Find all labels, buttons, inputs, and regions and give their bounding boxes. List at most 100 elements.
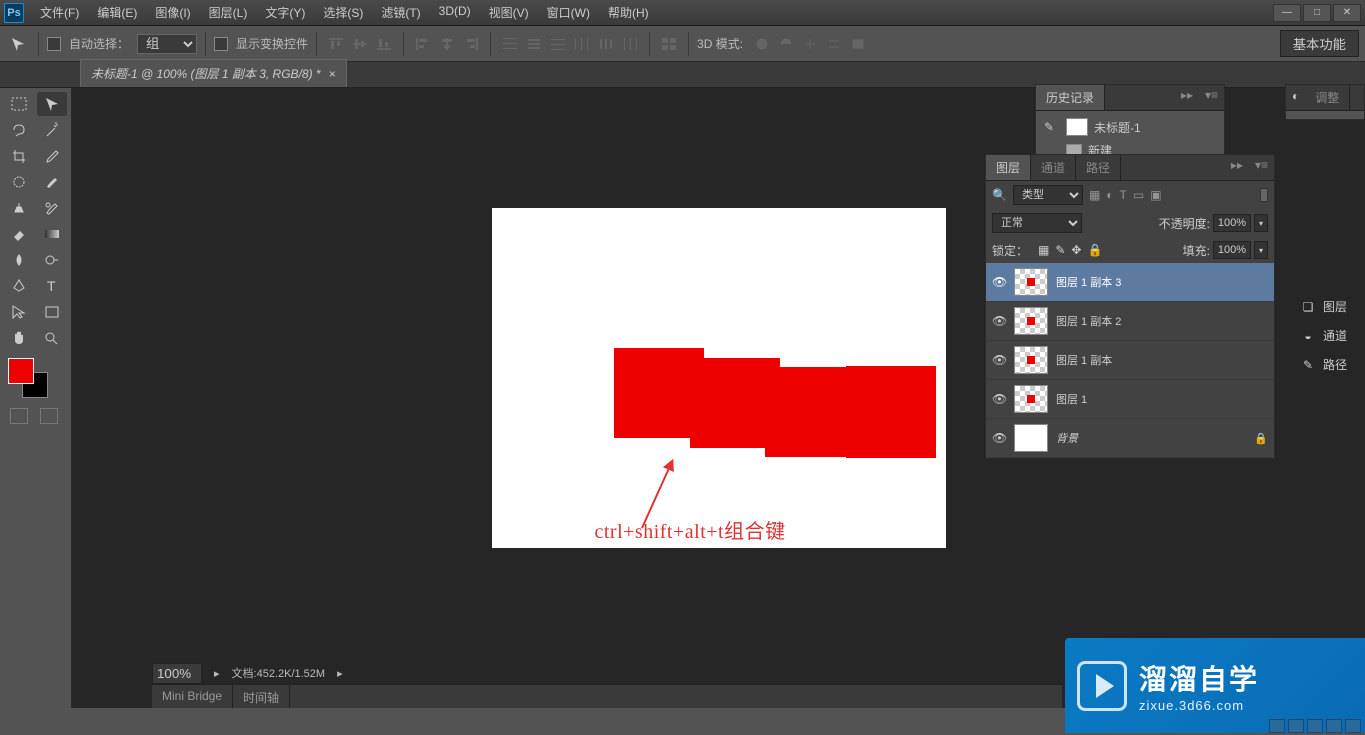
- spot-heal-tool[interactable]: [4, 170, 34, 194]
- tab-adjustments[interactable]: 调整: [1305, 85, 1350, 110]
- auto-select-checkbox[interactable]: [47, 37, 61, 51]
- layer-row[interactable]: 👁图层 1 副本: [986, 341, 1274, 380]
- maximize-button[interactable]: □: [1303, 4, 1331, 22]
- menu-edit[interactable]: 编辑(E): [89, 0, 145, 25]
- visibility-toggle-icon[interactable]: 👁: [992, 314, 1006, 328]
- dist-left-icon[interactable]: [571, 34, 593, 54]
- menu-window[interactable]: 窗口(W): [539, 0, 598, 25]
- orbit-3d-icon[interactable]: [751, 34, 773, 54]
- menu-image[interactable]: 图像(I): [147, 0, 198, 25]
- menu-select[interactable]: 选择(S): [315, 0, 371, 25]
- filter-smart-icon[interactable]: ▣: [1150, 188, 1161, 202]
- show-transform-checkbox[interactable]: [214, 37, 228, 51]
- menu-type[interactable]: 文字(Y): [257, 0, 313, 25]
- type-tool[interactable]: T: [37, 274, 67, 298]
- panel-collapse-icon[interactable]: ▸▸: [1225, 155, 1249, 180]
- lock-position-icon[interactable]: ✥: [1071, 243, 1081, 257]
- history-brush-tool[interactable]: [37, 196, 67, 220]
- dist-vcenter-icon[interactable]: [523, 34, 545, 54]
- tab-history[interactable]: 历史记录: [1036, 85, 1105, 110]
- tab-layers[interactable]: 图层: [986, 155, 1031, 180]
- color-swatch[interactable]: [8, 358, 48, 398]
- zoom-3d-icon[interactable]: [847, 34, 869, 54]
- tab-timeline[interactable]: 时间轴: [233, 685, 290, 708]
- close-button[interactable]: ✕: [1333, 4, 1361, 22]
- filter-shape-icon[interactable]: ▭: [1133, 188, 1144, 202]
- menu-help[interactable]: 帮助(H): [600, 0, 657, 25]
- crop-tool[interactable]: [4, 144, 34, 168]
- align-left-icon[interactable]: [412, 34, 434, 54]
- layer-row[interactable]: 👁图层 1: [986, 380, 1274, 419]
- workspace-switcher[interactable]: 基本功能: [1280, 30, 1359, 57]
- dist-bottom-icon[interactable]: [547, 34, 569, 54]
- opacity-input[interactable]: [1213, 214, 1251, 232]
- screen-mode-toggle[interactable]: [40, 408, 58, 424]
- document-tab[interactable]: 未标题-1 @ 100% (图层 1 副本 3, RGB/8) * ×: [80, 59, 347, 87]
- clone-stamp-tool[interactable]: [4, 196, 34, 220]
- chevron-right-icon[interactable]: ▸: [337, 667, 343, 680]
- filter-adjust-icon[interactable]: ◐: [1106, 188, 1113, 202]
- dock-channels[interactable]: ◒ 通道: [1293, 321, 1365, 350]
- visibility-toggle-icon[interactable]: 👁: [992, 353, 1006, 367]
- blur-tool[interactable]: [4, 248, 34, 272]
- lock-image-icon[interactable]: ✎: [1055, 243, 1065, 257]
- zoom-field[interactable]: [152, 663, 202, 684]
- filter-type-icon[interactable]: T: [1120, 188, 1127, 202]
- marquee-tool[interactable]: [4, 92, 34, 116]
- layer-row[interactable]: 👁图层 1 副本 2: [986, 302, 1274, 341]
- lock-all-icon[interactable]: 🔒: [1087, 243, 1102, 257]
- align-right-icon[interactable]: [460, 34, 482, 54]
- tab-mini-bridge[interactable]: Mini Bridge: [152, 685, 233, 708]
- filter-pixel-icon[interactable]: ▦: [1089, 188, 1100, 202]
- tab-channels[interactable]: 通道: [1031, 155, 1076, 180]
- auto-align-icon[interactable]: [658, 34, 680, 54]
- dock-layers[interactable]: ❏ 图层: [1293, 292, 1365, 321]
- visibility-toggle-icon[interactable]: 👁: [992, 392, 1006, 406]
- magic-wand-tool[interactable]: [37, 118, 67, 142]
- align-vcenter-icon[interactable]: [349, 34, 371, 54]
- auto-select-target[interactable]: 组: [137, 34, 197, 54]
- blend-mode-select[interactable]: 正常: [992, 213, 1082, 233]
- align-bottom-icon[interactable]: [373, 34, 395, 54]
- panel-menu-icon[interactable]: ▾≡: [1199, 85, 1224, 110]
- menu-layer[interactable]: 图层(L): [201, 0, 256, 25]
- align-top-icon[interactable]: [325, 34, 347, 54]
- zoom-tool[interactable]: [37, 326, 67, 350]
- roll-3d-icon[interactable]: [775, 34, 797, 54]
- filter-toggle[interactable]: [1260, 188, 1268, 202]
- search-icon[interactable]: 🔍: [992, 188, 1007, 202]
- move-tool[interactable]: [37, 92, 67, 116]
- tab-paths[interactable]: 路径: [1076, 155, 1121, 180]
- eyedropper-tool[interactable]: [37, 144, 67, 168]
- layer-filter-kind[interactable]: 类型: [1013, 185, 1083, 205]
- dist-hcenter-icon[interactable]: [595, 34, 617, 54]
- panel-collapse-icon[interactable]: ▸▸: [1175, 85, 1199, 110]
- chevron-right-icon[interactable]: ▸: [214, 667, 220, 680]
- quick-mask-toggle[interactable]: [10, 408, 28, 424]
- eraser-tool[interactable]: [4, 222, 34, 246]
- layer-row[interactable]: 👁图层 1 副本 3: [986, 263, 1274, 302]
- brush-tool[interactable]: [37, 170, 67, 194]
- lock-transparent-icon[interactable]: ▦: [1038, 243, 1049, 257]
- gradient-tool[interactable]: [37, 222, 67, 246]
- fill-dropdown-icon[interactable]: ▾: [1254, 241, 1268, 259]
- minimize-button[interactable]: —: [1273, 4, 1301, 22]
- pen-tool[interactable]: [4, 274, 34, 298]
- lasso-tool[interactable]: [4, 118, 34, 142]
- shape-tool[interactable]: [37, 300, 67, 324]
- align-hcenter-icon[interactable]: [436, 34, 458, 54]
- foreground-color-swatch[interactable]: [8, 358, 34, 384]
- dist-right-icon[interactable]: [619, 34, 641, 54]
- slide-3d-icon[interactable]: [823, 34, 845, 54]
- opacity-dropdown-icon[interactable]: ▾: [1254, 214, 1268, 232]
- tab-close-icon[interactable]: ×: [329, 67, 336, 81]
- history-snapshot[interactable]: ✎ 未标题-1: [1040, 115, 1220, 139]
- visibility-toggle-icon[interactable]: 👁: [992, 431, 1006, 445]
- menu-3d[interactable]: 3D(D): [431, 0, 479, 25]
- hand-tool[interactable]: [4, 326, 34, 350]
- path-select-tool[interactable]: [4, 300, 34, 324]
- dodge-tool[interactable]: [37, 248, 67, 272]
- dist-top-icon[interactable]: [499, 34, 521, 54]
- fill-input[interactable]: [1213, 241, 1251, 259]
- dock-paths[interactable]: ✎ 路径: [1293, 350, 1365, 379]
